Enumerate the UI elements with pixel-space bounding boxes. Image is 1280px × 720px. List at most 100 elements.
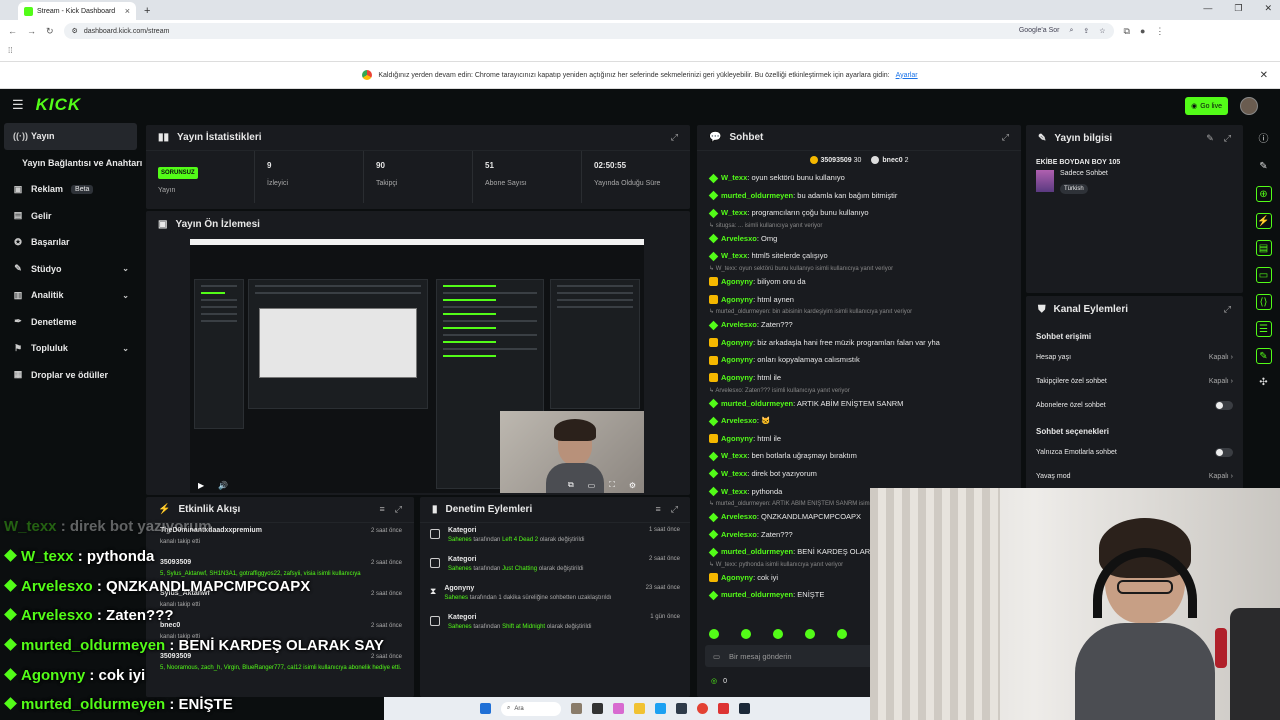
sidebar-item-droplar[interactable]: ▦ Droplar ve ödüller <box>0 362 143 389</box>
menu-icon[interactable]: ☰ <box>12 97 24 113</box>
extensions-icon[interactable]: ⧉ <box>1124 26 1130 37</box>
edit-rail-icon[interactable]: ✎ <box>1255 348 1272 364</box>
chat-username[interactable]: Arvelesxo <box>721 234 757 243</box>
chat-rail-icon[interactable]: ▭ <box>1255 267 1272 283</box>
mod-user[interactable]: Sahenes <box>448 624 472 630</box>
target-icon[interactable]: ⊕ <box>1255 186 1272 202</box>
chat-username[interactable]: Agonyny <box>721 373 753 382</box>
taskbar-search[interactable]: ⌕ Ara <box>501 701 561 716</box>
emote-icon[interactable] <box>773 629 783 639</box>
share-icon[interactable]: ⇪ <box>1083 27 1089 35</box>
app-icon[interactable] <box>718 703 729 714</box>
stream-preview-video[interactable]: ▶ 🔊 ⧉ ▭ ⛶ ⚙ <box>190 239 644 493</box>
go-live-button[interactable]: ◉ Go live <box>1185 97 1228 115</box>
theater-icon[interactable]: ▭ <box>588 481 596 490</box>
play-icon[interactable]: ▶ <box>198 481 204 490</box>
steam-icon[interactable] <box>739 703 750 714</box>
apps-grid-icon[interactable]: ⁞⁞ <box>8 46 12 55</box>
google-lens-button[interactable]: Google'a Sor <box>1019 27 1060 35</box>
new-tab-icon[interactable]: + <box>144 2 150 20</box>
puzzle-icon[interactable]: ✣ <box>1256 375 1272 391</box>
expand-icon[interactable]: ⤢ <box>1224 304 1231 315</box>
expand-icon[interactable]: ⤢ <box>671 504 678 515</box>
emote-only-toggle[interactable] <box>1215 447 1233 457</box>
sidebar-item-gelir[interactable]: ▤ Gelir <box>0 203 143 230</box>
edge-icon[interactable] <box>655 703 666 714</box>
chat-username[interactable]: W_texx <box>721 173 747 182</box>
chat-username[interactable]: murted_oldurmeyen <box>721 399 793 408</box>
browser-tab[interactable]: Stream - Kick Dashboard × <box>18 2 136 20</box>
setting-slow-mode[interactable]: Yavaş mod Kapalı › <box>1026 464 1243 488</box>
chat-username[interactable]: Agonyny <box>721 277 753 286</box>
expand-icon[interactable]: ⤢ <box>1224 133 1231 144</box>
subscribers-only-toggle[interactable] <box>1215 400 1233 410</box>
bookmark-star-icon[interactable]: ☆ <box>1099 27 1105 35</box>
expand-icon[interactable]: ⤢ <box>1002 132 1009 143</box>
chrome-icon[interactable] <box>697 703 708 714</box>
emote-icon[interactable] <box>805 629 815 639</box>
chat-username[interactable]: Arvelesxo <box>721 512 757 521</box>
browser-menu-icon[interactable]: ⋮ <box>1155 26 1164 37</box>
clipboard-icon[interactable]: ▤ <box>1255 240 1272 256</box>
chat-username[interactable]: W_texx <box>721 451 747 460</box>
reload-icon[interactable]: ↻ <box>46 26 54 37</box>
sidebar-item-basarilar[interactable]: ✪ Başarılar <box>0 229 143 256</box>
user-avatar[interactable] <box>1240 97 1258 115</box>
expand-icon[interactable]: ⤢ <box>395 504 402 515</box>
volume-icon[interactable]: 🔊 <box>218 481 228 490</box>
filter-icon[interactable]: ≡ <box>380 504 385 515</box>
chat-gear-icon[interactable]: ▭ <box>713 652 720 661</box>
mod-user[interactable]: Sahenes <box>448 566 472 572</box>
event-user[interactable]: Sylus_Aktanwf <box>160 590 402 597</box>
site-info-icon[interactable]: ⚙ <box>72 27 78 35</box>
sidebar-item-reklam[interactable]: ▣ Reklam Beta <box>0 176 143 203</box>
top-gifter[interactable]: 35093509 30 <box>809 156 861 164</box>
chat-username[interactable]: murted_oldurmeyen <box>721 590 793 599</box>
settings-gear-icon[interactable]: ⚙ <box>629 481 636 490</box>
copilot-icon[interactable] <box>613 703 624 714</box>
forward-icon[interactable]: → <box>27 26 36 36</box>
setting-account-age[interactable]: Hesap yaşı Kapalı › <box>1026 345 1243 369</box>
category-name[interactable]: Sadece Sohbet <box>1060 170 1108 177</box>
emote-icon[interactable] <box>837 629 847 639</box>
sidebar-item-studyo[interactable]: ✎ Stüdyo ⌄ <box>0 256 143 283</box>
bolt-icon[interactable]: ⚡ <box>1255 213 1272 229</box>
sidebar-item-denetleme[interactable]: ✒ Denetleme <box>0 309 143 336</box>
chat-username[interactable]: W_texx <box>721 469 747 478</box>
event-user[interactable]: bnec0 <box>160 622 402 629</box>
minimize-icon[interactable]: — <box>1203 3 1212 14</box>
chat-username[interactable]: W_texx <box>721 251 747 260</box>
widgets-icon[interactable] <box>571 703 582 714</box>
kick-logo[interactable]: KICK <box>36 95 82 115</box>
chat-username[interactable]: W_texx <box>721 487 747 496</box>
zoom-icon[interactable]: ⌕ <box>1069 27 1073 35</box>
address-bar[interactable]: ⚙ dashboard.kick.com/stream Google'a Sor… <box>63 23 1114 39</box>
edit-icon[interactable]: ✎ <box>1206 133 1214 144</box>
settings-link[interactable]: Ayarlar <box>896 72 918 79</box>
profile-avatar[interactable]: ● <box>1140 26 1145 36</box>
sidebar-item-analitik[interactable]: ▥ Analitik ⌄ <box>0 282 143 309</box>
chat-username[interactable]: Arvelesxo <box>721 530 757 539</box>
chat-username[interactable]: Agonyny <box>721 338 753 347</box>
pip-icon[interactable]: ⧉ <box>568 480 574 490</box>
pencil-rail-icon[interactable]: ✎ <box>1256 159 1272 175</box>
event-user[interactable]: 35093509 <box>160 559 402 566</box>
fullscreen-icon[interactable]: ⛶ <box>609 480 615 490</box>
list-rail-icon[interactable]: ☰ <box>1255 321 1272 337</box>
task-view-icon[interactable] <box>592 703 603 714</box>
sidebar-item-topluluk[interactable]: ⚑ Topluluk ⌄ <box>0 335 143 362</box>
close-window-icon[interactable]: ✕ <box>1264 3 1272 14</box>
mod-user[interactable]: Sahenes <box>444 595 468 601</box>
emote-icon[interactable] <box>741 629 751 639</box>
file-explorer-icon[interactable] <box>634 703 645 714</box>
top-gifter[interactable]: bnec0 2 <box>871 156 909 164</box>
event-user[interactable]: TheD0minantxdaadxxpremium <box>160 527 402 534</box>
store-icon[interactable] <box>676 703 687 714</box>
chat-username[interactable]: murted_oldurmeyen <box>721 191 793 200</box>
chat-username[interactable]: Agonyny <box>721 355 753 364</box>
sidebar-item-yayin[interactable]: ((·)) Yayın <box>4 123 137 150</box>
expand-icon[interactable]: ⤢ <box>671 132 678 143</box>
chat-username[interactable]: W_texx <box>721 208 747 217</box>
chat-username[interactable]: Agonyny <box>721 573 753 582</box>
chat-username[interactable]: Arvelesxo <box>721 416 757 425</box>
